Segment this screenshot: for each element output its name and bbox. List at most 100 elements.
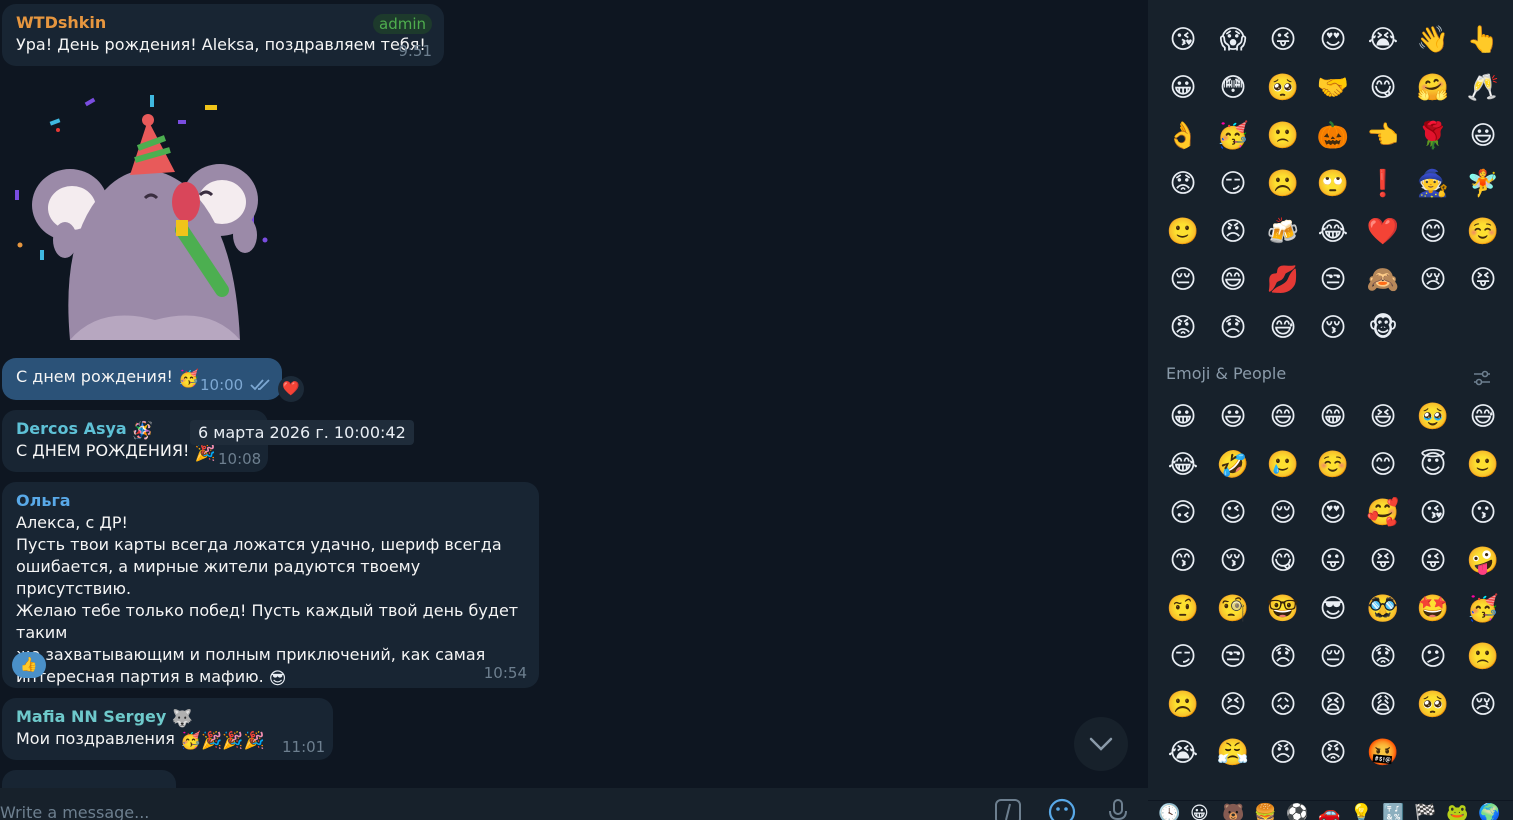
emoji-cell[interactable]: ❗ [1358, 160, 1408, 208]
emoji-cell[interactable]: 😤 [1208, 729, 1258, 777]
emoji-cell[interactable]: 😞 [1258, 633, 1308, 681]
emoji-cell[interactable]: 😇 [1408, 441, 1458, 489]
emoji-cell[interactable]: 😙 [1158, 537, 1208, 585]
reaction-thumbs-up[interactable]: 👍 [12, 652, 46, 678]
emoji-cell[interactable]: 🤓 [1258, 585, 1308, 633]
emoji-category-tab[interactable]: 🕓 [1158, 803, 1180, 820]
emoji-cell[interactable]: 😌 [1258, 489, 1308, 537]
emoji-cell[interactable]: 👆 [1458, 16, 1508, 64]
emoji-cell[interactable]: 🙂 [1458, 441, 1508, 489]
emoji-cell[interactable]: 🥳 [1208, 112, 1258, 160]
emoji-cell[interactable]: 🙁 [1458, 633, 1508, 681]
emoji-cell[interactable]: 🙂 [1158, 208, 1208, 256]
emoji-cell[interactable]: 🥳 [1458, 585, 1508, 633]
emoji-cell[interactable]: 😚 [1208, 537, 1258, 585]
emoji-smile-icon[interactable] [1048, 798, 1076, 820]
emoji-cell[interactable]: 😄 [1258, 393, 1308, 441]
message-input[interactable] [0, 800, 900, 820]
emoji-cell[interactable]: 🌹 [1408, 112, 1458, 160]
emoji-cell[interactable]: 😘 [1158, 16, 1208, 64]
emoji-category-tab[interactable]: 😀 [1190, 803, 1209, 820]
emoji-cell[interactable]: 🤩 [1408, 585, 1458, 633]
emoji-cell[interactable]: 🙃 [1158, 489, 1208, 537]
emoji-category-tab[interactable]: 💡 [1350, 803, 1372, 820]
emoji-cell[interactable]: 🙁 [1258, 112, 1308, 160]
emoji-cell[interactable]: 🤗 [1408, 64, 1458, 112]
emoji-cell[interactable]: 😃 [1208, 393, 1258, 441]
emoji-cell[interactable]: 😩 [1358, 681, 1408, 729]
emoji-cell[interactable]: 😏 [1208, 160, 1258, 208]
emoji-cell[interactable]: 😣 [1208, 681, 1258, 729]
message-bubble-outgoing[interactable]: С днем рождения! 🥳 10:00 [2, 358, 282, 400]
emoji-cell[interactable]: 🧐 [1208, 585, 1258, 633]
emoji-cell[interactable]: ☺️ [1458, 208, 1508, 256]
emoji-cell[interactable]: 😭 [1158, 729, 1208, 777]
emoji-cell[interactable]: 🤝 [1308, 64, 1358, 112]
scroll-down-button[interactable] [1074, 717, 1128, 771]
birthday-koala-sticker[interactable] [10, 90, 280, 350]
emoji-cell[interactable]: 👈 [1358, 112, 1408, 160]
emoji-cell[interactable]: 👌 [1158, 112, 1208, 160]
emoji-cell[interactable]: 😡 [1158, 304, 1208, 352]
emoji-cell[interactable]: 🙈 [1358, 256, 1408, 304]
sender-name[interactable]: Ольга [16, 490, 525, 512]
emoji-cell[interactable]: 😏 [1158, 633, 1208, 681]
emoji-cell[interactable]: 😍 [1308, 16, 1358, 64]
emoji-cell[interactable]: 😉 [1208, 489, 1258, 537]
emoji-cell[interactable]: 😢 [1408, 256, 1458, 304]
emoji-cell[interactable]: 😅 [1258, 304, 1308, 352]
microphone-icon[interactable] [1104, 798, 1132, 820]
emoji-cell[interactable]: 🥺 [1408, 681, 1458, 729]
sender-name[interactable]: Mafia NN Sergey 🐺 [16, 706, 319, 728]
emoji-cell[interactable]: 😟 [1358, 633, 1408, 681]
emoji-cell[interactable]: 🧚 [1458, 160, 1508, 208]
emoji-cell[interactable]: 😃 [1458, 112, 1508, 160]
message-bubble[interactable]: Ольга Алекса, с ДР! Пусть твои карты все… [2, 482, 539, 688]
emoji-cell[interactable]: 😝 [1358, 537, 1408, 585]
emoji-cell[interactable]: 😂 [1308, 208, 1358, 256]
emoji-cell[interactable]: 😔 [1308, 633, 1358, 681]
emoji-cell[interactable]: 😢 [1458, 681, 1508, 729]
emoji-cell[interactable]: ☹️ [1258, 160, 1308, 208]
emoji-cell[interactable]: 😅 [1458, 393, 1508, 441]
emoji-cell[interactable]: 🥸 [1358, 585, 1408, 633]
emoji-category-tab[interactable]: 🌍 [1478, 803, 1500, 820]
message-bubble[interactable]: WTDshkin Ура! День рождения! Aleksa, поз… [2, 4, 444, 66]
emoji-cell[interactable]: 🥲 [1258, 441, 1308, 489]
emoji-cell[interactable]: 😱 [1208, 16, 1258, 64]
message-bubble[interactable]: Mafia NN Sergey 🐺 Мои поздравления 🥳🎉🎉🎉 … [2, 698, 333, 760]
emoji-cell[interactable]: 😕 [1408, 633, 1458, 681]
emoji-cell[interactable]: 😠 [1258, 729, 1308, 777]
emoji-cell[interactable]: 😳 [1208, 64, 1258, 112]
emoji-category-tab[interactable]: 🔣 [1382, 803, 1404, 820]
sender-name[interactable]: WTDshkin [16, 12, 430, 34]
emoji-cell[interactable]: 😠 [1208, 208, 1258, 256]
emoji-cell[interactable]: 😝 [1458, 256, 1508, 304]
emoji-cell[interactable]: 😀 [1158, 393, 1208, 441]
emoji-cell[interactable]: ☺️ [1308, 441, 1358, 489]
emoji-category-tab[interactable]: ⚽ [1286, 803, 1308, 820]
emoji-cell[interactable]: 😀 [1158, 64, 1208, 112]
emoji-cell[interactable]: 😖 [1258, 681, 1308, 729]
emoji-category-tab[interactable]: 🏁 [1414, 803, 1436, 820]
emoji-cell[interactable]: 🥺 [1258, 64, 1308, 112]
emoji-cell[interactable]: 😊 [1358, 441, 1408, 489]
emoji-cell[interactable]: 😚 [1308, 304, 1358, 352]
emoji-cell[interactable]: 🥂 [1458, 64, 1508, 112]
emoji-cell[interactable]: 😊 [1408, 208, 1458, 256]
emoji-cell[interactable]: 😜 [1258, 16, 1308, 64]
emoji-cell[interactable]: 😋 [1358, 64, 1408, 112]
emoji-category-tab[interactable]: 🐸 [1446, 803, 1468, 820]
emoji-cell[interactable]: 😋 [1258, 537, 1308, 585]
emoji-cell[interactable]: 😘 [1408, 489, 1458, 537]
emoji-cell[interactable]: 😡 [1308, 729, 1358, 777]
emoji-cell[interactable]: 🥹 [1408, 393, 1458, 441]
emoji-cell[interactable]: 😔 [1158, 256, 1208, 304]
emoji-cell[interactable]: ❤️ [1358, 208, 1408, 256]
emoji-cell[interactable]: 🎃 [1308, 112, 1358, 160]
emoji-cell[interactable]: 😫 [1308, 681, 1358, 729]
emoji-category-tab[interactable]: 🍔 [1254, 803, 1276, 820]
emoji-cell[interactable]: 🍻 [1258, 208, 1308, 256]
emoji-cell[interactable]: 😍 [1308, 489, 1358, 537]
emoji-cell[interactable]: 😄 [1208, 256, 1258, 304]
